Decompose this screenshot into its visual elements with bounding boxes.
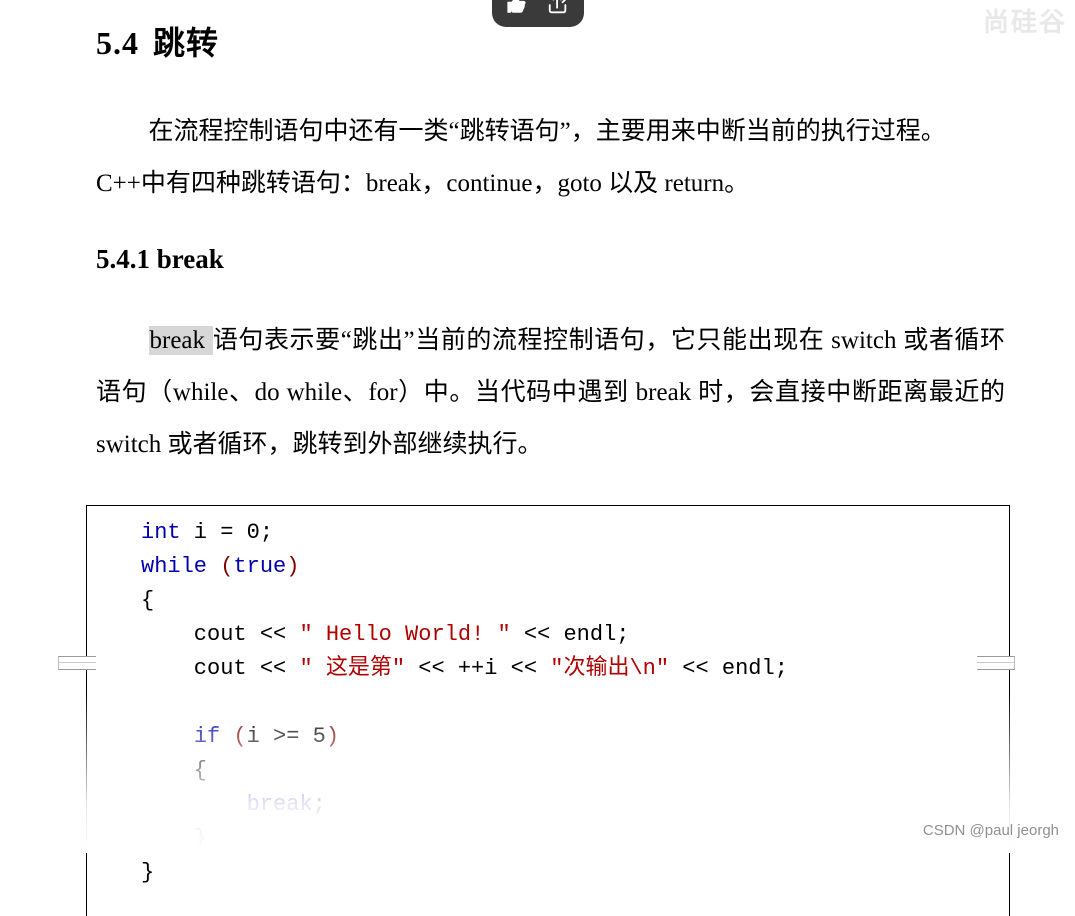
left-margin-marker — [58, 656, 96, 670]
intro-paragraph: 在流程控制语句中还有一类“跳转语句”，主要用来中断当前的执行过程。 C++中有四… — [96, 106, 1005, 210]
intro-line-1: 在流程控制语句中还有一类“跳转语句”，主要用来中断当前的执行过程。 — [149, 118, 946, 145]
subsection-heading: 5.4.1 break — [96, 244, 1005, 275]
section-number: 5.4 — [96, 25, 139, 61]
code-line — [141, 686, 1009, 720]
break-body: 语句表示要“跳出”当前的流程控制语句，它只能出现在 switch 或者循环语句（… — [96, 327, 1005, 458]
code-line: } — [141, 822, 1009, 856]
break-paragraph: break 语句表示要“跳出”当前的流程控制语句，它只能出现在 switch 或… — [96, 315, 1005, 471]
code-line: cout << " Hello World! " << endl; — [141, 618, 1009, 652]
code-line: { — [141, 584, 1009, 618]
share-icon[interactable] — [544, 0, 572, 21]
code-line: if (i >= 5) — [141, 720, 1009, 754]
code-line: break; — [141, 788, 1009, 822]
subsection-number: 5.4.1 — [96, 244, 150, 274]
thumbs-up-icon[interactable] — [504, 0, 530, 21]
code-line: } — [141, 856, 1009, 890]
code-block: int i = 0; while (true) { cout << " Hell… — [86, 505, 1010, 916]
right-margin-marker — [977, 656, 1015, 670]
subsection-title: break — [157, 244, 224, 274]
bottom-right-watermark: CSDN @paul jeorgh — [923, 822, 1059, 839]
code-line: while (true) — [141, 550, 1009, 584]
code-line: cout << " 这是第" << ++i << "次输出\n" << endl… — [141, 652, 1009, 686]
intro-line-2: C++中有四种跳转语句：break，continue，goto 以及 retur… — [96, 170, 749, 197]
section-title: 跳转 — [153, 25, 219, 61]
document-page: 5.4 跳转 在流程控制语句中还有一类“跳转语句”，主要用来中断当前的执行过程。 … — [96, 12, 1005, 916]
top-control-bar — [492, 0, 584, 27]
code-line: int i = 0; — [141, 516, 1009, 550]
code-line: { — [141, 754, 1009, 788]
highlighted-keyword: break — [149, 326, 213, 355]
